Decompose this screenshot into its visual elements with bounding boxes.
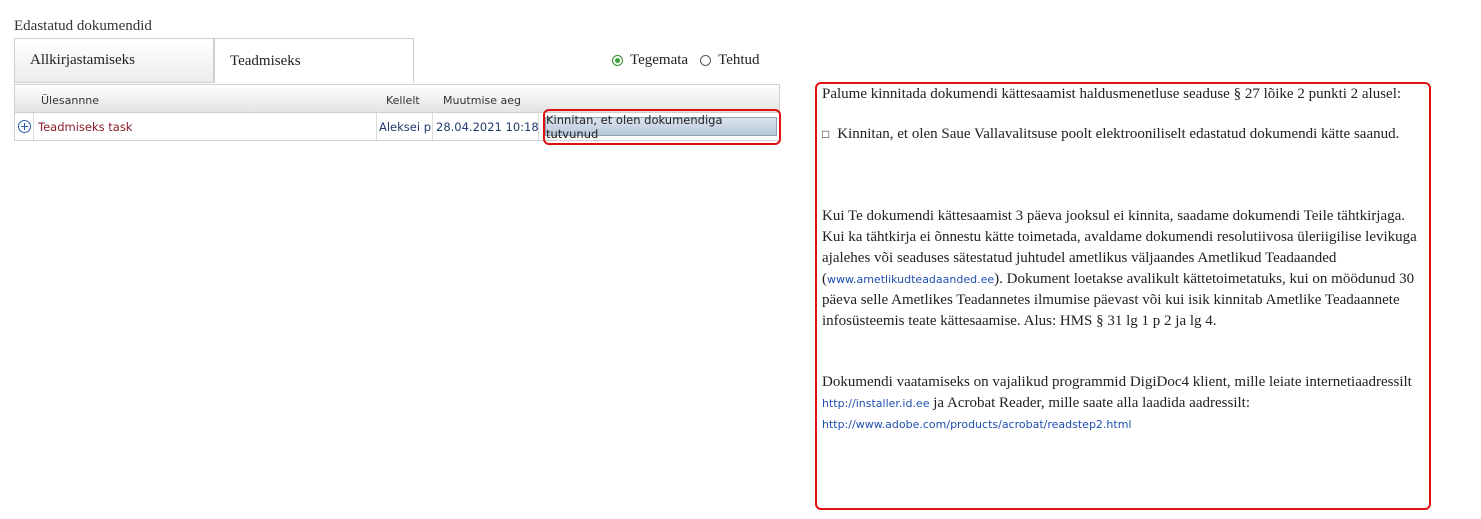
page-title: Edastatud dokumendid [14, 18, 152, 34]
installer-link[interactable]: http://installer.id.ee [822, 397, 929, 410]
tab-allkirjastamiseks[interactable]: Allkirjastamiseks [14, 38, 214, 83]
info-intro: Palume kinnitada dokumendi kättesaamist … [822, 86, 1402, 102]
info-panel: Palume kinnitada dokumendi kättesaamist … [815, 82, 1431, 510]
info-programs-part1: Dokumendi vaatamiseks on vajalikud progr… [822, 374, 1412, 390]
column-header-task[interactable]: Ülesannne [41, 94, 99, 107]
radio-tegemata-label: Tegemata [630, 52, 689, 68]
info-confirm-text: Kinnitan, et olen Saue Vallavalitsuse po… [837, 126, 1400, 142]
table-row: Teadmiseks task Aleksei p 28.04.2021 10:… [15, 113, 779, 141]
column-header-from[interactable]: Kellelt [386, 94, 420, 107]
sender-cell: Aleksei p [377, 113, 433, 140]
table-header: Ülesannne Kellelt Muutmise aeg [15, 85, 779, 113]
task-link[interactable]: Teadmiseks task [34, 113, 377, 140]
confirm-read-button[interactable]: Kinnitan, et olen dokumendiga tutvunud [545, 113, 777, 141]
radio-tehtud-label: Tehtud [718, 52, 760, 68]
task-table: Ülesannne Kellelt Muutmise aeg Teadmisek… [14, 84, 780, 141]
radio-checked-icon [612, 55, 623, 66]
ametlikud-teadaanded-link[interactable]: www.ametlikudteadaanded.ee [827, 273, 994, 286]
modified-time-cell: 28.04.2021 10:18 [433, 113, 539, 140]
info-confirm-line: □ Kinnitan, et olen Saue Vallavalitsuse p… [822, 124, 1425, 145]
checkbox-icon: □ [822, 127, 830, 141]
status-filter: Tegemata Tehtud [612, 52, 772, 69]
tab-teadmiseks[interactable]: Teadmiseks [214, 38, 414, 83]
info-notice: Kui Te dokumendi kättesaamist 3 päeva jo… [822, 206, 1425, 332]
radio-tehtud[interactable]: Tehtud [700, 52, 760, 69]
column-header-time[interactable]: Muutmise aeg [443, 94, 521, 107]
expand-cell [15, 113, 34, 140]
expand-plus-icon[interactable] [17, 120, 31, 133]
info-programs: Dokumendi vaatamiseks on vajalikud progr… [822, 372, 1425, 435]
info-programs-part2: ja Acrobat Reader, mille saate alla laad… [929, 395, 1250, 411]
radio-tegemata[interactable]: Tegemata [612, 52, 688, 69]
radio-unchecked-icon [700, 55, 712, 66]
adobe-reader-link[interactable]: http://www.adobe.com/products/acrobat/re… [822, 418, 1131, 431]
